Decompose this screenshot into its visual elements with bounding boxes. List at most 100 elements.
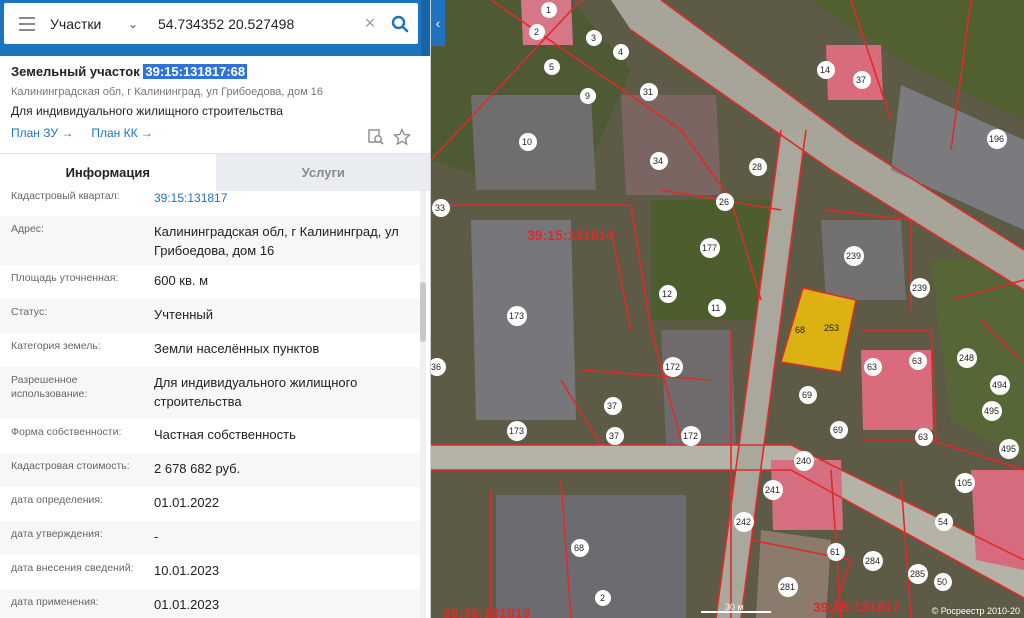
info-row-date-determined: дата определения: 01.01.2022: [0, 487, 420, 521]
building-roof: [661, 330, 736, 445]
chevron-left-icon: ‹: [435, 15, 441, 31]
layer-select-label: Участки: [50, 15, 102, 32]
parcel-header: Земельный участок 39:15:131817:68 Калини…: [11, 62, 421, 146]
map-canvas: 39:15:131814 39:15:131817 39:15:131819 1…: [431, 0, 1024, 618]
parcel-use: Для индивидуального жилищного строительс…: [11, 104, 283, 118]
info-row-quarter: Кадастровый квартал: 39:15:131817: [0, 181, 420, 216]
document-search-icon[interactable]: [367, 128, 385, 146]
info-value: Частная собственность: [154, 427, 296, 442]
info-label: дата внесения сведений:: [11, 562, 134, 574]
lot-number: 69: [833, 425, 843, 435]
info-label: Площадь уточненная:: [11, 272, 119, 284]
plan-kk-link[interactable]: План КК →: [91, 126, 153, 140]
lot-number: 11: [711, 303, 720, 313]
lot-number: 173: [509, 426, 524, 436]
quarter-label: 39:15:131819: [443, 605, 530, 618]
lot-number: 172: [683, 431, 698, 441]
lot-number: 10: [522, 137, 532, 147]
quarter-label: 39:15:131817: [813, 599, 900, 615]
lot-number: 242: [736, 517, 751, 527]
info-label: Кадастровый квартал:: [11, 190, 120, 202]
scrollbar-track[interactable]: [420, 191, 426, 618]
parcel-tools: [367, 128, 411, 146]
layer-select[interactable]: Участки ⌄: [50, 16, 146, 32]
info-row-ownership: Форма собственности: Частная собственнос…: [0, 419, 420, 453]
info-value-quarter-link[interactable]: 39:15:131817: [154, 189, 409, 210]
info-row-permitted-use: Разрешенное использование: Для индивидуа…: [0, 367, 420, 419]
lot-number: 173: [509, 311, 524, 321]
lot-number: 68: [574, 543, 584, 553]
info-label: Адрес:: [11, 223, 44, 235]
info-value: 01.01.2023: [154, 597, 220, 612]
lot-number: 2: [600, 593, 605, 603]
scrollbar-thumb[interactable]: [420, 282, 426, 342]
info-label: Категория земель:: [11, 340, 101, 352]
info-value: 2 678 682 руб.: [154, 461, 241, 476]
parcel-title-prefix: Земельный участок: [11, 64, 140, 79]
lot-number: 63: [867, 362, 877, 372]
info-row-category: Категория земель: Земли населённых пункт…: [0, 333, 420, 367]
search-icon: [391, 15, 409, 32]
lot-number: 177: [702, 243, 717, 253]
lot-number: 239: [846, 251, 861, 261]
building-roof: [821, 220, 906, 300]
lot-number: 28: [752, 162, 762, 172]
lot-number: 5: [549, 62, 554, 72]
lot-number: 253: [824, 323, 839, 333]
parcel-number[interactable]: 39:15:131817:68: [143, 64, 248, 79]
lot-number: 34: [653, 156, 663, 166]
app-window: Участки ⌄ × Земельный участок 39:15:1318…: [0, 0, 1024, 618]
info-value: Для индивидуального жилищного строительс…: [154, 375, 358, 409]
building-roof: [496, 495, 686, 618]
panel-edge: [421, 0, 430, 56]
info-value: Земли населённых пунктов: [154, 341, 320, 356]
collapse-panel-button[interactable]: ‹: [431, 0, 445, 46]
info-table: Кадастровый квартал: 39:15:131817 Адрес:…: [0, 181, 420, 618]
lot-number: 33: [435, 203, 445, 213]
info-value: 01.01.2022: [154, 495, 220, 510]
chevron-down-icon: ⌄: [127, 16, 138, 31]
parcel-title: Земельный участок 39:15:131817:68: [11, 62, 421, 82]
info-value: Учтенный: [154, 307, 214, 322]
info-value: 600 кв. м: [154, 273, 209, 288]
map-view[interactable]: 39:15:131814 39:15:131817 39:15:131819 1…: [431, 0, 1024, 618]
lot-number: 68: [795, 325, 805, 335]
lot-number: 494: [992, 380, 1007, 390]
info-label: Кадастровая стоимость:: [11, 460, 130, 472]
search-button[interactable]: [382, 3, 418, 44]
info-label: дата определения:: [11, 494, 104, 506]
lot-number: 9: [585, 91, 590, 101]
lot-number: 172: [665, 362, 680, 372]
info-row-status: Статус: Учтенный: [0, 299, 420, 333]
info-label: Разрешенное использование:: [11, 374, 88, 400]
scale-label: 30 м: [725, 602, 744, 612]
info-row-cadastral-value: Кадастровая стоимость: 2 678 682 руб.: [0, 453, 420, 487]
building-roof-pink: [971, 470, 1024, 570]
info-value: 10.01.2023: [154, 563, 220, 578]
lot-number: 281: [780, 582, 795, 592]
info-label: Статус:: [11, 306, 48, 318]
lot-number: 284: [865, 556, 880, 566]
search-input[interactable]: [146, 8, 358, 39]
lot-number: 2: [534, 27, 539, 37]
lot-number: 61: [830, 547, 840, 557]
menu-button[interactable]: [4, 3, 50, 44]
plan-zu-link[interactable]: План ЗУ →: [11, 126, 73, 140]
info-label: дата утверждения:: [11, 528, 103, 540]
info-value: -: [154, 529, 159, 544]
lot-number: 36: [431, 362, 441, 372]
clear-icon[interactable]: ×: [358, 13, 382, 34]
lot-number: 37: [609, 431, 619, 441]
lot-number: 54: [938, 517, 948, 527]
lot-number: 37: [856, 75, 866, 85]
info-value: Калининградская обл, г Калининград, ул Г…: [154, 224, 399, 258]
lot-number: 495: [1001, 444, 1016, 454]
parcel-links: План ЗУ → План КК →: [11, 126, 421, 140]
lot-number: 12: [662, 289, 672, 299]
search-box: Участки ⌄ ×: [4, 3, 418, 44]
info-row-date-applied: дата применения: 01.01.2023: [0, 589, 420, 618]
star-icon[interactable]: [393, 128, 411, 146]
info-label: дата применения:: [11, 596, 99, 608]
lot-number: 196: [989, 134, 1004, 144]
lot-number: 495: [984, 406, 999, 416]
